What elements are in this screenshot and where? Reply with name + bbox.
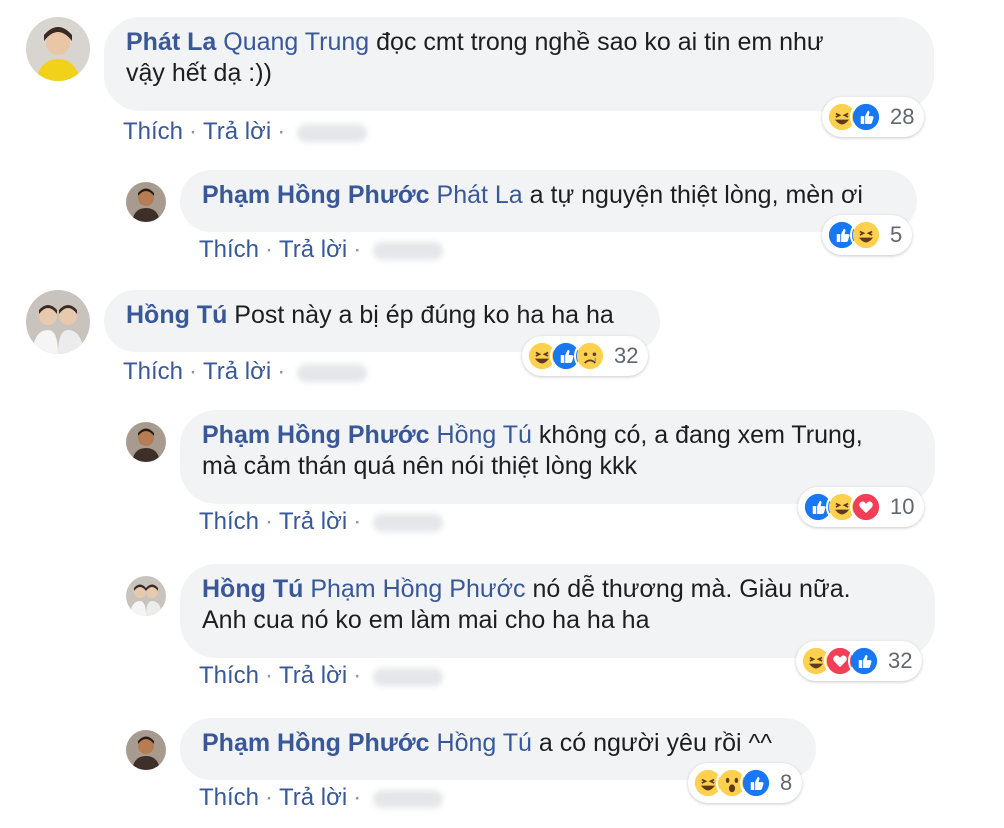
avatar[interactable]: [126, 576, 166, 616]
timestamp-redacted[interactable]: [373, 513, 444, 532]
separator-dot: ·: [189, 118, 198, 145]
comment-mention[interactable]: Hồng Tú: [437, 421, 532, 449]
avatar[interactable]: [126, 182, 166, 222]
timestamp-redacted[interactable]: [373, 789, 444, 808]
avatar[interactable]: [126, 730, 166, 770]
separator-dot: ·: [265, 236, 274, 263]
comment-mention[interactable]: Quang Trung: [223, 28, 369, 56]
reply-link[interactable]: Trả lời: [203, 358, 271, 385]
like-link[interactable]: Thích: [123, 118, 183, 145]
separator-dot: ·: [189, 358, 198, 385]
reaction-summary[interactable]: 10: [798, 487, 925, 527]
comment-thread: Phát La Quang Trung đọc cmt trong nghề s…: [0, 0, 1004, 828]
like-link[interactable]: Thích: [199, 784, 259, 811]
reply-link[interactable]: Trả lời: [279, 784, 347, 811]
comment-mention[interactable]: Hồng Tú: [437, 729, 532, 757]
separator-dot: ·: [265, 662, 274, 689]
comment-author[interactable]: Phát La: [126, 28, 216, 56]
comment-text: nó dễ thương mà. Giàu nữa.: [525, 575, 851, 603]
like-link[interactable]: Thích: [199, 508, 259, 535]
comment-mention[interactable]: Phát La: [437, 181, 523, 209]
separator-dot: ·: [353, 662, 362, 689]
comment-bubble: Phạm Hồng Phước Phát La a tự nguyện thiệ…: [180, 170, 917, 232]
reaction-count: 10: [890, 494, 915, 519]
love-icon: [850, 491, 882, 523]
comment-author[interactable]: Phạm Hồng Phước: [202, 181, 430, 209]
avatar[interactable]: [126, 422, 166, 462]
comment-actions: Thích · Trả lời ·: [199, 784, 444, 812]
separator-dot: ·: [277, 118, 286, 145]
reaction-summary[interactable]: 32: [796, 641, 923, 681]
comment-actions: Thích · Trả lời ·: [123, 118, 368, 146]
reaction-summary[interactable]: 28: [822, 97, 925, 137]
reaction-count: 28: [890, 104, 915, 129]
comment-text-line2: Anh cua nó ko em làm mai cho ha ha ha: [202, 606, 650, 634]
reply-link[interactable]: Trả lời: [279, 662, 347, 689]
haha-icon: [850, 219, 882, 251]
like-link[interactable]: Thích: [123, 358, 183, 385]
separator-dot: ·: [277, 358, 286, 385]
reply-link[interactable]: Trả lời: [279, 236, 347, 263]
separator-dot: ·: [353, 508, 362, 535]
comment-text: a tự nguyện thiệt lòng, mèn ơi: [522, 181, 863, 209]
comment-text: không có, a đang xem Trung,: [531, 421, 863, 449]
like-link[interactable]: Thích: [199, 662, 259, 689]
separator-dot: ·: [265, 508, 274, 535]
reaction-count: 32: [888, 648, 913, 673]
avatar[interactable]: [26, 290, 90, 354]
separator-dot: ·: [265, 784, 274, 811]
comment-text: đọc cmt trong nghề sao ko ai tin em như: [369, 28, 824, 56]
like-icon: [848, 645, 880, 677]
like-icon: [850, 101, 882, 133]
reply-link[interactable]: Trả lời: [203, 118, 271, 145]
timestamp-redacted[interactable]: [373, 667, 444, 686]
reaction-summary[interactable]: 5: [822, 215, 913, 255]
comment-author[interactable]: Phạm Hồng Phước: [202, 729, 430, 757]
comment-text: a có người yêu rồi ^^: [531, 729, 772, 757]
comment-author[interactable]: Hồng Tú: [202, 575, 303, 603]
reaction-count: 8: [780, 770, 793, 795]
like-icon: [740, 767, 772, 799]
sad-icon: [574, 340, 606, 372]
comment-bubble: Phát La Quang Trung đọc cmt trong nghề s…: [104, 17, 934, 111]
separator-dot: ·: [353, 784, 362, 811]
comment-text-line2: vậy hết dạ :)): [126, 59, 272, 87]
reaction-summary[interactable]: 32: [522, 336, 649, 376]
comment-author[interactable]: Hồng Tú: [126, 301, 227, 329]
timestamp-redacted[interactable]: [373, 241, 444, 260]
timestamp-redacted[interactable]: [297, 123, 368, 142]
reaction-summary[interactable]: 8: [688, 763, 803, 803]
comment-actions: Thích · Trả lời ·: [199, 508, 444, 536]
comment-mention[interactable]: Phạm Hồng Phước: [310, 575, 525, 603]
comment-actions: Thích · Trả lời ·: [199, 662, 444, 690]
comment-text: Post này a bị ép đúng ko ha ha ha: [227, 301, 614, 329]
comment-author[interactable]: Phạm Hồng Phước: [202, 421, 430, 449]
reaction-count: 32: [614, 343, 639, 368]
comment-text-line2: mà cảm thán quá nên nói thiệt lòng kkk: [202, 452, 637, 480]
comment-actions: Thích · Trả lời ·: [123, 358, 368, 386]
reaction-count: 5: [890, 222, 903, 247]
separator-dot: ·: [353, 236, 362, 263]
comment-actions: Thích · Trả lời ·: [199, 236, 444, 264]
timestamp-redacted[interactable]: [297, 363, 368, 382]
like-link[interactable]: Thích: [199, 236, 259, 263]
reply-link[interactable]: Trả lời: [279, 508, 347, 535]
avatar[interactable]: [26, 17, 90, 81]
